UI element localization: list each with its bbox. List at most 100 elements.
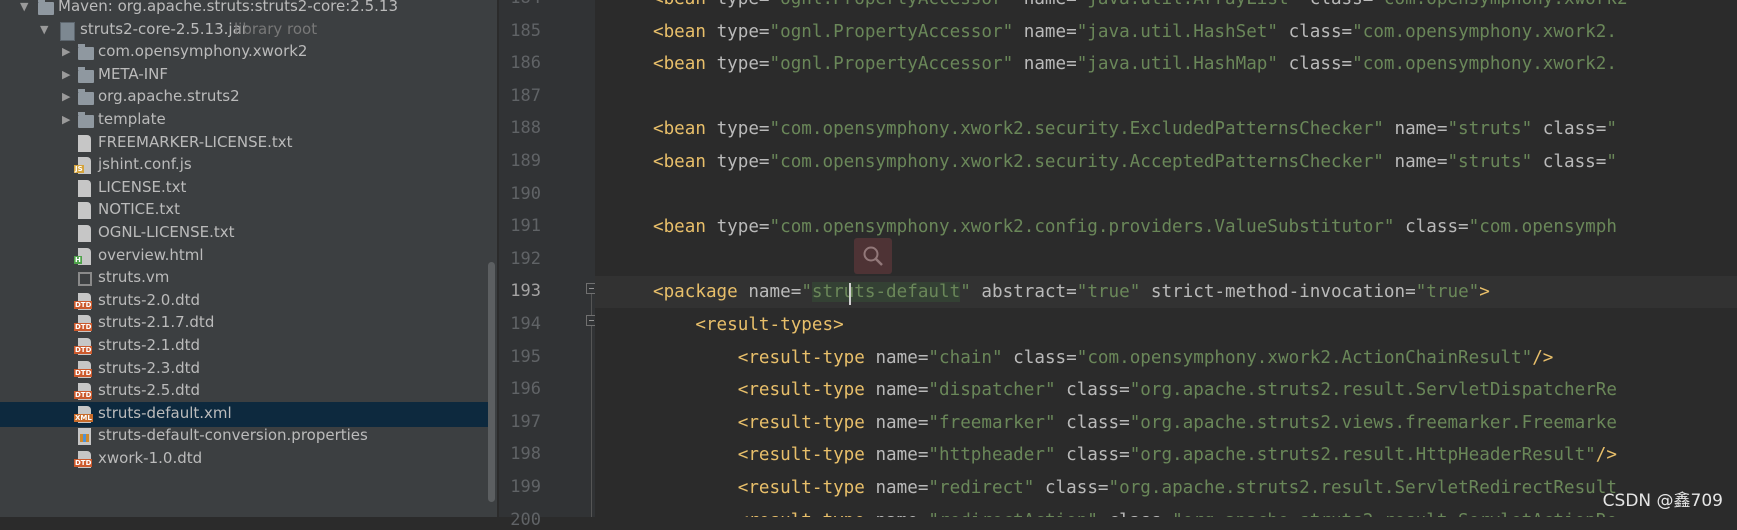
code-line[interactable]: <bean type="com.opensymphony.xwork2.secu… bbox=[595, 146, 1617, 178]
xml-attr-token: name= bbox=[875, 445, 929, 466]
xml-attr-token: class= bbox=[1277, 54, 1353, 75]
tree-row-label: OGNL-LICENSE.txt bbox=[98, 223, 235, 241]
code-line[interactable] bbox=[595, 244, 653, 276]
code-line[interactable]: <result-type name="redirect" class="org.… bbox=[595, 472, 1617, 504]
xml-value-token: " bbox=[1606, 119, 1617, 140]
xml-tag-token: <result-type bbox=[737, 380, 876, 401]
xml-attr-token: class= bbox=[1055, 445, 1130, 466]
tree-row[interactable]: FREEMARKER-LICENSE.txt bbox=[0, 131, 490, 156]
tree-row[interactable]: XML struts-default.xml bbox=[0, 401, 490, 427]
tree-row[interactable]: DTD xwork-1.0.dtd bbox=[0, 447, 490, 472]
tree-row-label: struts.vm bbox=[98, 268, 170, 287]
tree-row[interactable]: NOTICE.txt bbox=[0, 198, 490, 223]
code-line[interactable]: <result-type name="chain" class="com.ope… bbox=[595, 342, 1554, 374]
xml-value-token: "java.util.HashMap" bbox=[1076, 54, 1278, 75]
collapse-arrow-icon[interactable]: ▼ bbox=[40, 23, 48, 36]
code-line[interactable]: <result-type name="dispatcher" class="or… bbox=[595, 374, 1617, 406]
code-editor[interactable]: <bean type="ognl.PropertyAccessor" name=… bbox=[595, 0, 1737, 517]
xml-attr-token: class= bbox=[1002, 347, 1077, 368]
line-number: 189 bbox=[510, 151, 541, 171]
tree-row-label: template bbox=[98, 110, 166, 128]
dtd-file-icon: DTD bbox=[74, 338, 93, 355]
expand-arrow-icon[interactable]: ▶ bbox=[62, 45, 70, 58]
xml-value-token: "redirectAction" bbox=[928, 511, 1097, 517]
code-line[interactable]: <result-type name="httpheader" class="or… bbox=[595, 439, 1617, 471]
html-file-icon: H bbox=[74, 247, 91, 265]
tree-row-label: META-INF bbox=[98, 64, 169, 83]
find-usages-overlay[interactable] bbox=[854, 238, 892, 274]
code-line[interactable]: <bean type="ognl.PropertyAccessor" name=… bbox=[595, 0, 1628, 15]
xml-value-token: "ognl.PropertyAccessor" bbox=[770, 0, 1014, 9]
tree-row[interactable]: ▶ META-INF bbox=[0, 63, 490, 88]
code-line[interactable]: <bean type="com.opensymphony.xwork2.secu… bbox=[595, 113, 1617, 145]
tree-row-label: struts-2.3.dtd bbox=[98, 358, 201, 377]
tree-row[interactable]: ▶ com.opensymphony.xwork2 bbox=[0, 40, 490, 65]
code-line[interactable]: <bean type="ognl.PropertyAccessor" name=… bbox=[595, 48, 1617, 80]
xml-attr-token: class= bbox=[1394, 217, 1469, 238]
tree-row-label: Maven: org.apache.struts:struts2-core:2.… bbox=[58, 0, 398, 15]
tree-row[interactable]: ▶ template bbox=[0, 108, 490, 133]
tree-row[interactable]: DTD struts-2.1.7.dtd bbox=[0, 311, 490, 336]
xml-attr-token: name= bbox=[875, 511, 928, 517]
xml-value-token: "struts" bbox=[1447, 119, 1533, 140]
xml-value-token: "com.opensymphony.xwork2.security.Accept… bbox=[769, 152, 1384, 172]
tree-row[interactable]: struts-default-conversion.properties bbox=[0, 424, 490, 449]
tree-row[interactable]: DTD struts-2.1.dtd bbox=[0, 334, 490, 359]
code-line[interactable] bbox=[595, 81, 653, 113]
expand-arrow-icon[interactable]: ▶ bbox=[62, 90, 70, 103]
tree-row[interactable]: OGNL-LICENSE.txt bbox=[0, 221, 490, 246]
line-number: 193 bbox=[510, 281, 541, 302]
project-scrollbar-thumb[interactable] bbox=[488, 262, 495, 502]
xml-value-token: "struts" bbox=[1447, 152, 1533, 172]
tree-row-label: struts-default-conversion.properties bbox=[98, 426, 368, 445]
xml-attr-token: type= bbox=[716, 21, 770, 42]
xml-attr-token: name= bbox=[875, 380, 929, 401]
tree-row[interactable]: DTD struts-2.3.dtd bbox=[0, 357, 490, 382]
expand-arrow-icon[interactable]: ▶ bbox=[62, 68, 70, 81]
tree-row[interactable]: ▶ org.apache.struts2 bbox=[0, 85, 490, 110]
tree-row[interactable]: ▼ struts2-core-2.5.13.jar library root bbox=[0, 18, 490, 43]
tree-row[interactable]: JS jshint.conf.js bbox=[0, 153, 490, 178]
xml-file-icon: XML bbox=[74, 405, 93, 423]
xml-value-token: struts-default bbox=[811, 282, 961, 303]
xml-value-token: "org.apache.struts2.views.freemarker.Fre… bbox=[1129, 412, 1617, 433]
xml-value-token: "com.opensymphony.xwork2.config.provider… bbox=[769, 217, 1395, 238]
code-line[interactable]: <result-types> bbox=[595, 309, 843, 341]
xml-tag-token: <result-type bbox=[737, 445, 876, 466]
xml-tag-token: <result-type bbox=[737, 347, 876, 368]
xml-attr-token: name= bbox=[1013, 21, 1077, 42]
code-line[interactable]: <result-type name="redirectAction" class… bbox=[595, 505, 1617, 517]
line-number: 200 bbox=[510, 509, 541, 530]
xml-value-token: "freemarker" bbox=[928, 412, 1056, 433]
tree-row[interactable]: DTD struts-2.5.dtd bbox=[0, 379, 490, 404]
xml-value-token: "com.opensymphony.xwork2 bbox=[1373, 0, 1627, 9]
text-caret bbox=[849, 283, 851, 305]
xml-value-token: "org.apache.struts2.result.ServletDispat… bbox=[1129, 380, 1617, 401]
folder-icon bbox=[78, 66, 94, 83]
line-number: 184 bbox=[499, 0, 541, 8]
xml-attr-token: type= bbox=[716, 119, 770, 140]
xml-attr-token: class= bbox=[1055, 412, 1130, 433]
tree-row[interactable]: struts.vm bbox=[0, 266, 490, 291]
tree-row-label: struts-default.xml bbox=[98, 403, 232, 422]
tree-row[interactable]: DTD struts-2.0.dtd bbox=[0, 289, 490, 314]
xml-value-token: "java.util.HashSet" bbox=[1076, 21, 1278, 42]
collapse-arrow-icon[interactable]: ▼ bbox=[20, 0, 28, 13]
library-root-hint: library root bbox=[234, 19, 318, 38]
code-line[interactable]: <bean type="com.opensymphony.xwork2.conf… bbox=[595, 211, 1617, 243]
code-line[interactable] bbox=[595, 179, 653, 211]
tree-row[interactable]: LICENSE.txt bbox=[0, 176, 490, 201]
dtd-file-icon: DTD bbox=[74, 292, 93, 310]
code-line[interactable]: <bean type="ognl.PropertyAccessor" name=… bbox=[595, 16, 1617, 48]
line-number: 195 bbox=[510, 346, 541, 367]
code-line[interactable]: <result-type name="freemarker" class="or… bbox=[595, 407, 1617, 439]
xml-value-token: "org.apache.struts2.result.ServletRedire… bbox=[1108, 478, 1617, 498]
xml-value-token: "com.opensymph bbox=[1468, 217, 1617, 238]
expand-arrow-icon[interactable]: ▶ bbox=[62, 113, 70, 126]
code-line[interactable]: <package name="struts-default" abstract=… bbox=[595, 276, 1737, 309]
tree-row[interactable]: Hoverview.html bbox=[0, 244, 490, 269]
